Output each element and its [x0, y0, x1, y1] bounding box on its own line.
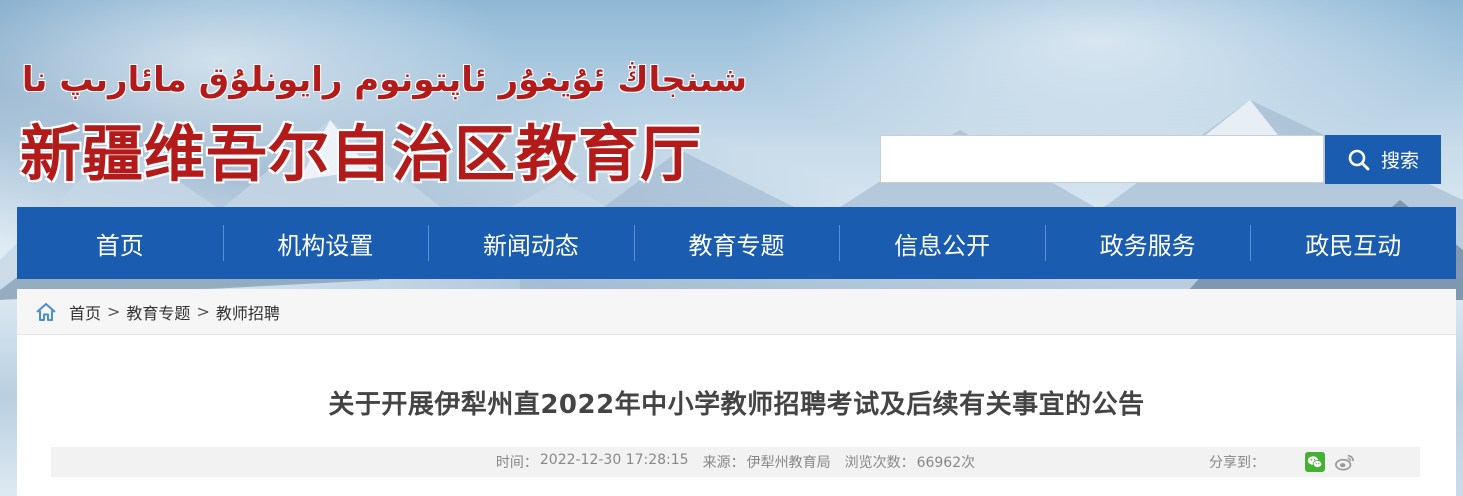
- nav-item-home[interactable]: 首页: [17, 207, 223, 279]
- nav-item-information-disclosure[interactable]: 信息公开: [839, 207, 1045, 279]
- view-count-label: 浏览次数：: [844, 455, 915, 471]
- main-content: 首页 > 教育专题 > 教师招聘 关于开展伊犁州直2022年中小学教师招聘考试及…: [17, 289, 1456, 496]
- article-title: 关于开展伊犁州直2022年中小学教师招聘考试及后续有关事宜的公告: [328, 390, 1145, 420]
- breadcrumb-teacher-recruitment[interactable]: 教师招聘: [216, 300, 280, 324]
- publish-time-label: 时间：: [495, 455, 538, 471]
- breadcrumb-education-topics[interactable]: 教育专题: [126, 300, 190, 324]
- wechat-icon[interactable]: [1305, 452, 1325, 472]
- search-button[interactable]: 搜索: [1325, 135, 1441, 184]
- nav-item-education-topics[interactable]: 教育专题: [633, 207, 840, 279]
- breadcrumb-separator: >: [107, 302, 121, 321]
- site-title-uyghur: شىنجاڭ ئۇيغۇر ئاپتونوم رايونلۇق مائارىپ …: [22, 60, 747, 100]
- source-label: 来源：: [702, 455, 745, 471]
- share-label: 分享到：: [1209, 455, 1265, 471]
- share-section: 分享到：: [1209, 447, 1355, 477]
- nav-item-public-interaction[interactable]: 政民互动: [1250, 207, 1456, 279]
- breadcrumb-home[interactable]: 首页: [69, 300, 101, 324]
- breadcrumb-separator: >: [196, 302, 210, 321]
- view-count-value: 66962次: [916, 455, 976, 471]
- search-input[interactable]: [880, 135, 1324, 183]
- breadcrumb: 首页 > 教育专题 > 教师招聘: [17, 289, 1456, 335]
- nav-item-government-services[interactable]: 政务服务: [1044, 207, 1251, 279]
- home-icon[interactable]: [35, 302, 57, 322]
- publish-time-value: 2022-12-30 17:28:15: [539, 452, 689, 468]
- source-value: 伊犁州教育局: [746, 455, 831, 471]
- search-button-label: 搜索: [1380, 151, 1419, 172]
- site-title-chinese: 新疆维吾尔自治区教育厅: [20, 119, 703, 190]
- article-meta-bar: 时间： 2022-12-30 17:28:15 来源： 伊犁州教育局 浏览次数：…: [51, 447, 1420, 477]
- main-nav: 首页 机构设置 新闻动态 教育专题 信息公开 政务服务 政民互动: [17, 207, 1456, 279]
- publish-time: 时间： 2022-12-30 17:28:15: [496, 452, 689, 472]
- nav-item-news[interactable]: 新闻动态: [428, 207, 634, 279]
- nav-item-organization[interactable]: 机构设置: [222, 207, 429, 279]
- weibo-icon[interactable]: [1335, 452, 1355, 472]
- search-icon: [1347, 148, 1371, 172]
- view-count: 浏览次数： 66962次: [845, 452, 976, 472]
- article-source: 来源： 伊犁州教育局: [703, 452, 831, 472]
